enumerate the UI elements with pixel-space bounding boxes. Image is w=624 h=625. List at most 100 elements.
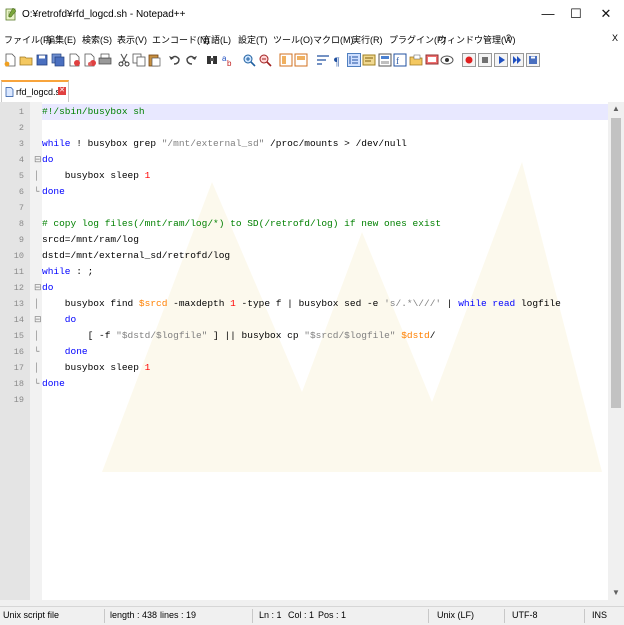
show-all-chars-icon[interactable]: ¶ xyxy=(331,53,345,67)
line-number: 2 xyxy=(18,123,24,133)
new-file-icon[interactable] xyxy=(3,53,17,67)
fold-toggle-icon[interactable]: ⊟ xyxy=(34,152,42,168)
menu-macro[interactable]: マクロ(M) xyxy=(313,33,354,46)
eye-icon[interactable] xyxy=(440,53,454,67)
save-icon[interactable] xyxy=(35,53,49,67)
zoom-in-icon[interactable] xyxy=(242,53,256,67)
code-line[interactable] xyxy=(42,200,608,216)
scroll-up-arrow-icon[interactable]: ▲ xyxy=(608,102,624,116)
status-col: Col : 1 xyxy=(288,610,315,620)
editor[interactable]: #!/sbin/busybox sh while ! busybox grep "… xyxy=(0,102,624,600)
code-token: #!/sbin/busybox sh xyxy=(42,106,145,117)
code-token: busybox sleep xyxy=(42,362,145,373)
code-line[interactable] xyxy=(42,392,608,408)
status-eol[interactable]: Unix (LF) xyxy=(437,610,474,620)
status-separator xyxy=(504,609,505,623)
sync-vertical-icon[interactable] xyxy=(279,53,293,67)
open-file-icon[interactable] xyxy=(19,53,33,67)
code-line[interactable]: #!/sbin/busybox sh xyxy=(42,104,608,120)
scroll-thumb[interactable] xyxy=(611,118,621,408)
maximize-button[interactable]: ☐ xyxy=(562,4,590,24)
save-macro-icon[interactable] xyxy=(526,53,540,67)
code-token: busybox sleep xyxy=(42,170,145,181)
stop-macro-icon[interactable] xyxy=(478,53,492,67)
word-wrap-icon[interactable] xyxy=(316,53,330,67)
fold-toggle-icon[interactable]: ⊟ xyxy=(34,312,42,328)
menu-close-document[interactable]: X xyxy=(612,33,618,43)
line-number: 16 xyxy=(13,347,24,357)
cut-icon[interactable] xyxy=(117,53,131,67)
code-line[interactable] xyxy=(42,120,608,136)
code-line[interactable]: while ! busybox grep "/mnt/external_sd" … xyxy=(42,136,608,152)
status-mode[interactable]: INS xyxy=(592,610,607,620)
menu-search[interactable]: 検索(S) xyxy=(82,33,112,46)
code-token: while xyxy=(42,138,71,149)
status-encoding[interactable]: UTF-8 xyxy=(512,610,538,620)
monitor-icon[interactable] xyxy=(425,53,439,67)
scroll-down-arrow-icon[interactable]: ▼ xyxy=(608,586,624,600)
lang-udl-icon[interactable] xyxy=(362,53,376,67)
doc-map-icon[interactable] xyxy=(378,53,392,67)
code-line[interactable]: [ -f "$dstd/$logfile" ] || busybox cp "$… xyxy=(42,328,608,344)
menu-help[interactable]: ? xyxy=(506,33,511,43)
status-file-type: Unix script file xyxy=(3,610,60,620)
menu-language[interactable]: 言語(L) xyxy=(202,33,231,46)
code-line[interactable]: do xyxy=(42,152,608,168)
code-line[interactable]: busybox sleep 1 xyxy=(42,360,608,376)
menu-view[interactable]: 表示(V) xyxy=(117,33,147,46)
code-line[interactable]: # copy log files(/mnt/ram/log/*) to SD(/… xyxy=(42,216,608,232)
redo-icon[interactable] xyxy=(184,53,198,67)
close-icon[interactable] xyxy=(67,53,81,67)
close-all-icon[interactable] xyxy=(83,53,97,67)
menu-window[interactable]: ウィンドウ管理(W) xyxy=(438,33,516,46)
code-token: do xyxy=(42,282,54,293)
menu-encoding[interactable]: エンコード(N) xyxy=(152,33,210,46)
replace-icon[interactable]: ab xyxy=(221,53,235,67)
sync-horizontal-icon[interactable] xyxy=(294,53,308,67)
zoom-out-icon[interactable] xyxy=(258,53,272,67)
copy-icon[interactable] xyxy=(132,53,146,67)
menu-run[interactable]: 実行(R) xyxy=(352,33,383,46)
code-area[interactable]: #!/sbin/busybox sh while ! busybox grep "… xyxy=(42,102,608,600)
indent-guide-icon[interactable] xyxy=(347,53,361,67)
menu-tools[interactable]: ツール(O) xyxy=(273,33,313,46)
menu-bar: ファイル(F) 編集(E) 検索(S) 表示(V) エンコード(N) 言語(L)… xyxy=(0,30,624,48)
code-line[interactable]: srcd=/mnt/ram/log xyxy=(42,232,608,248)
vertical-scrollbar[interactable]: ▲ ▼ xyxy=(608,102,624,600)
run-macro-multiple-icon[interactable] xyxy=(510,53,524,67)
line-number: 15 xyxy=(13,331,24,341)
line-number: 4 xyxy=(18,155,24,165)
code-line[interactable]: dstd=/mnt/external_sd/retrofd/log xyxy=(42,248,608,264)
tab-close-icon[interactable]: ✕ xyxy=(58,87,66,95)
code-token: done xyxy=(42,378,65,389)
code-line[interactable]: done xyxy=(42,184,608,200)
code-line[interactable]: do xyxy=(42,280,608,296)
play-macro-icon[interactable] xyxy=(494,53,508,67)
find-icon[interactable] xyxy=(205,53,219,67)
line-number: 13 xyxy=(13,299,24,309)
fold-line-icon: └ xyxy=(34,187,40,197)
code-line[interactable]: busybox find $srcd -maxdepth 1 -type f |… xyxy=(42,296,608,312)
minimize-button[interactable]: — xyxy=(534,4,562,24)
code-line[interactable]: do xyxy=(42,312,608,328)
fold-line-icon: │ xyxy=(34,299,40,309)
close-window-button[interactable]: ✕ xyxy=(592,4,620,24)
tab-rfd-logcd[interactable]: rfd_logcd.sh ✕ xyxy=(1,80,69,102)
folder-workspace-icon[interactable] xyxy=(409,53,423,67)
record-macro-icon[interactable] xyxy=(462,53,476,67)
menu-file[interactable]: ファイル(F) xyxy=(4,33,52,46)
fold-toggle-icon[interactable]: ⊟ xyxy=(34,280,42,296)
code-line[interactable]: done xyxy=(42,376,608,392)
undo-icon[interactable] xyxy=(168,53,182,67)
print-icon[interactable] xyxy=(98,53,112,67)
code-line[interactable]: busybox sleep 1 xyxy=(42,168,608,184)
line-number: 9 xyxy=(18,235,24,245)
code-line[interactable]: done xyxy=(42,344,608,360)
function-list-icon[interactable]: f xyxy=(393,53,407,67)
save-all-icon[interactable] xyxy=(51,53,65,67)
menu-edit[interactable]: 編集(E) xyxy=(46,33,76,46)
menu-settings[interactable]: 設定(T) xyxy=(238,33,268,46)
code-line[interactable]: while : ; xyxy=(42,264,608,280)
line-number: 10 xyxy=(13,251,24,261)
paste-icon[interactable] xyxy=(147,53,161,67)
